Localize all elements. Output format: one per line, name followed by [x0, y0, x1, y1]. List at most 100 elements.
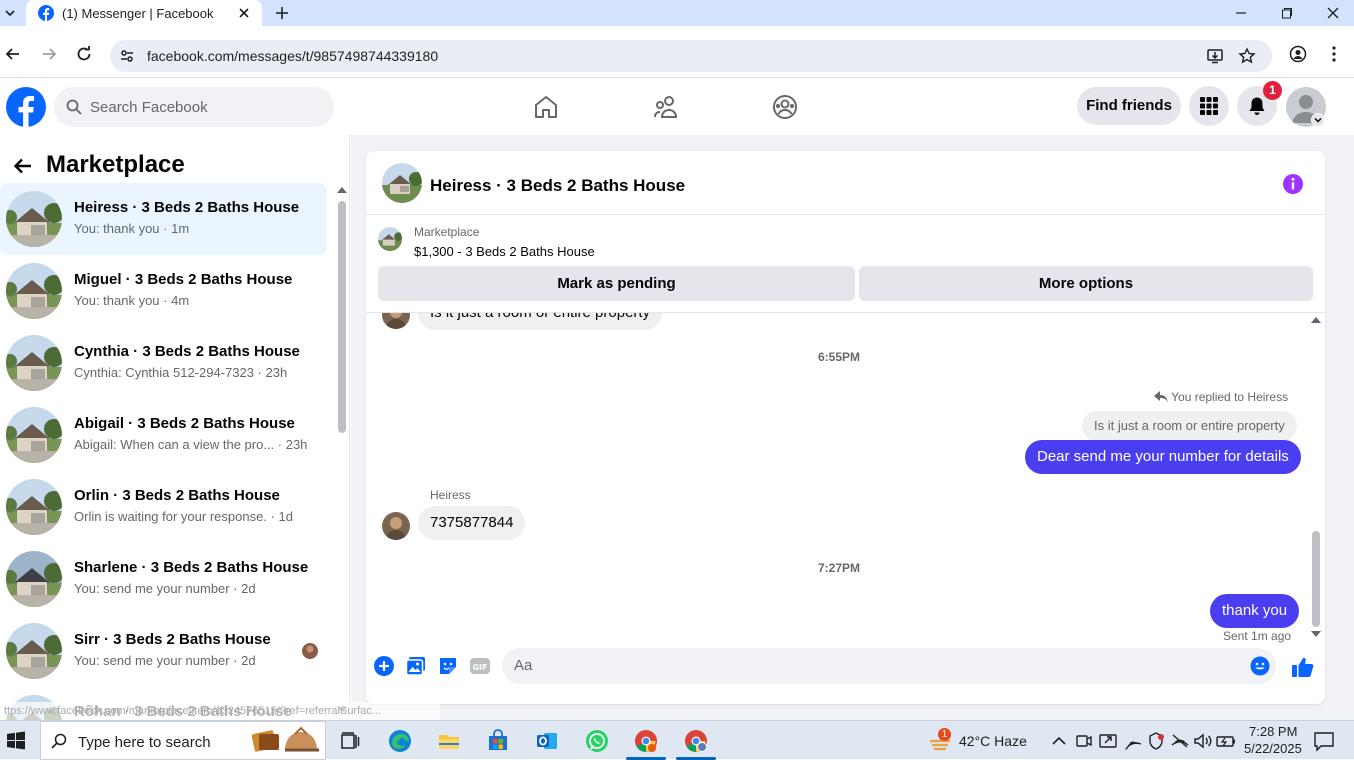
conversation-item[interactable]: Heiress · 3 Beds 2 Baths House You: thank… — [0, 183, 327, 255]
conversation-name: Sharlene · 3 Beds 2 Baths House — [74, 559, 309, 576]
friends-icon[interactable] — [652, 93, 680, 121]
file-explorer-icon[interactable] — [437, 729, 461, 753]
network-disconnected-icon[interactable] — [1168, 729, 1192, 753]
browser-tab-active[interactable]: (1) Messenger | Facebook — [26, 0, 262, 26]
panel-scrollbar[interactable] — [338, 201, 346, 433]
home-icon[interactable] — [532, 93, 560, 121]
conversation-preview: Abigail: When can a view the pro... · 23… — [74, 437, 308, 452]
chat-scrollbar[interactable] — [1312, 531, 1320, 627]
back-arrow-icon[interactable] — [4, 45, 22, 63]
conversation-thumbnail — [6, 479, 62, 535]
reply-arrow-icon — [1154, 391, 1168, 402]
edge-browser-icon[interactable] — [388, 729, 412, 753]
chat-scroll-down-arrow[interactable] — [1311, 631, 1321, 637]
menu-button[interactable] — [1189, 86, 1229, 126]
chrome-icon[interactable] — [634, 729, 658, 753]
conversation-list-panel: Marketplace Heiress · 3 Beds 2 Baths Hou… — [0, 135, 350, 720]
account-chevron-icon[interactable] — [1311, 113, 1325, 127]
listing-thumbnail[interactable] — [378, 227, 402, 251]
chat-window: Heiress · 3 Beds 2 Baths House Marketpla… — [366, 151, 1325, 704]
message-input[interactable]: Aa — [502, 648, 1276, 684]
sender-name: Heiress — [430, 488, 471, 502]
conversation-item[interactable]: Sharlene · 3 Beds 2 Baths House You: send… — [0, 543, 327, 615]
forward-arrow-icon[interactable] — [40, 45, 58, 63]
conversation-item[interactable]: Orlin · 3 Beds 2 Baths House Orlin is wai… — [0, 471, 327, 543]
task-view-icon[interactable] — [338, 729, 362, 753]
security-alert-icon[interactable] — [1144, 729, 1168, 753]
bookmark-star-icon[interactable] — [1238, 47, 1256, 65]
clock-date[interactable]: 5/22/2025 — [1244, 741, 1302, 756]
conversation-name: Abigail · 3 Beds 2 Baths House — [74, 415, 295, 432]
chat-house-thumbnail[interactable] — [382, 163, 422, 203]
message-composer: GIF Aa — [366, 643, 1325, 704]
bell-icon — [1249, 97, 1265, 115]
new-tab-icon[interactable] — [274, 5, 290, 21]
screen-capture-icon[interactable] — [1096, 729, 1120, 753]
windows-start-icon[interactable] — [4, 729, 28, 753]
maximize-icon[interactable] — [1279, 5, 1295, 21]
scroll-up-arrow[interactable] — [337, 187, 347, 193]
listing-title[interactable]: $1,300 - 3 Beds 2 Baths House — [414, 244, 595, 259]
conversation-item[interactable]: Miguel · 3 Beds 2 Baths House You: thank … — [0, 255, 327, 327]
minimize-icon[interactable] — [1233, 5, 1249, 21]
weather-text[interactable]: 42°C Haze — [959, 733, 1027, 749]
whatsapp-icon[interactable] — [585, 729, 609, 753]
tab-search-chevron-icon[interactable] — [2, 5, 18, 21]
search-highlight-books-icon — [251, 726, 323, 756]
browser-menu-icon[interactable] — [1325, 45, 1343, 63]
show-hidden-icons-chevron-icon[interactable] — [1047, 729, 1071, 753]
weather-badge: 1 — [938, 728, 951, 741]
tab-close-icon[interactable] — [236, 5, 252, 21]
conversation-item[interactable]: Abigail · 3 Beds 2 Baths House Abigail: W… — [0, 399, 327, 471]
site-info-icon[interactable] — [118, 47, 136, 65]
facebook-logo-icon[interactable] — [6, 87, 46, 127]
conversation-preview: Orlin is waiting for your response. · 1d — [74, 509, 293, 524]
message-thread: Is it just a room or entire property 6:5… — [366, 313, 1325, 643]
install-app-icon[interactable] — [1206, 47, 1224, 65]
outgoing-message: Dear send me your number for details — [1025, 440, 1301, 474]
search-icon — [51, 733, 67, 749]
find-friends-button[interactable]: Find friends — [1077, 87, 1181, 125]
sticker-icon[interactable] — [437, 655, 459, 677]
wifi-icon[interactable] — [1120, 729, 1144, 753]
attach-photo-icon[interactable] — [405, 655, 427, 677]
chrome-profile-icon[interactable] — [684, 729, 708, 753]
windows-taskbar: Type here to search 1 42°C Haze 7:28 PM … — [0, 720, 1354, 760]
notification-center-icon[interactable] — [1312, 729, 1336, 753]
facebook-header: Search Facebook Find friends 1 — [0, 79, 1354, 135]
conversation-thumbnail — [6, 623, 62, 679]
meet-now-icon[interactable] — [1072, 729, 1096, 753]
sender-avatar[interactable] — [382, 313, 410, 329]
back-arrow-icon[interactable] — [12, 155, 34, 177]
conversation-item[interactable]: Sirr · 3 Beds 2 Baths House You: send me … — [0, 615, 327, 687]
clock-time[interactable]: 7:28 PM — [1249, 724, 1297, 739]
thumbs-up-like-icon[interactable] — [1291, 655, 1315, 679]
conversation-name: Sirr · 3 Beds 2 Baths House — [74, 631, 271, 648]
outlook-icon[interactable] — [535, 729, 559, 753]
chat-title: Heiress · 3 Beds 2 Baths House — [430, 176, 686, 195]
address-bar[interactable]: facebook.com/messages/t/9857498744339180 — [110, 40, 1272, 72]
gif-icon[interactable]: GIF — [469, 655, 491, 677]
timestamp: 7:27PM — [818, 561, 861, 575]
browser-toolbar: facebook.com/messages/t/9857498744339180 — [0, 26, 1354, 78]
groups-icon[interactable] — [771, 93, 799, 121]
conversation-item[interactable]: Cynthia · 3 Beds 2 Baths House Cynthia: C… — [0, 327, 327, 399]
conversation-thumbnail — [6, 407, 62, 463]
more-options-button[interactable]: More options — [859, 266, 1313, 301]
profile-icon[interactable] — [1289, 45, 1307, 63]
battery-icon[interactable] — [1214, 729, 1238, 753]
window-close-icon[interactable] — [1325, 5, 1341, 21]
notification-badge: 1 — [1263, 81, 1282, 100]
taskbar-search-box[interactable]: Type here to search — [40, 721, 326, 760]
chat-scroll-up-arrow[interactable] — [1311, 317, 1321, 323]
sender-avatar[interactable] — [382, 512, 410, 540]
facebook-favicon-icon — [38, 5, 54, 21]
microsoft-store-icon[interactable] — [486, 729, 510, 753]
volume-icon[interactable] — [1191, 729, 1215, 753]
facebook-search-input[interactable]: Search Facebook — [54, 87, 334, 127]
reload-icon[interactable] — [75, 45, 93, 63]
mark-as-pending-button[interactable]: Mark as pending — [378, 266, 855, 301]
more-actions-plus-icon[interactable] — [373, 655, 395, 677]
emoji-icon[interactable] — [1250, 656, 1270, 676]
info-icon[interactable] — [1282, 173, 1304, 195]
